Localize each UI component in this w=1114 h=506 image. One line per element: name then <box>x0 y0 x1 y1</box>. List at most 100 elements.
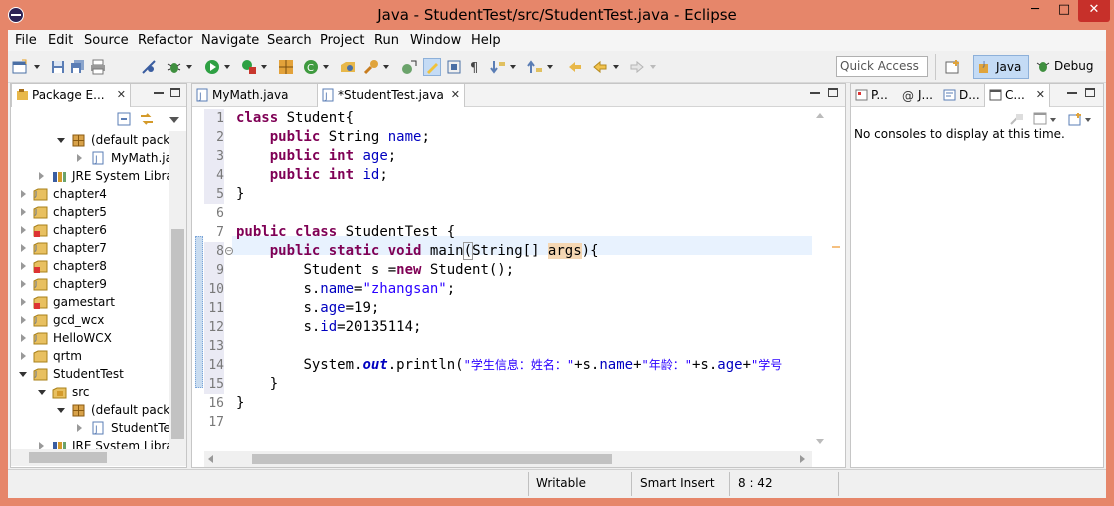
close-icon[interactable]: ✕ <box>117 84 126 106</box>
tab-problems[interactable]: P... <box>851 84 897 107</box>
new-dropdown-arrow[interactable] <box>34 65 40 69</box>
tree-item[interactable]: Jchapter7 <box>11 239 169 257</box>
maximize-button[interactable]: □ <box>1050 0 1078 22</box>
tree-item[interactable]: chapter8 <box>11 257 169 275</box>
scroll-left-arrow-icon[interactable] <box>208 455 213 463</box>
menu-window[interactable]: Window <box>410 33 461 48</box>
menu-help[interactable]: Help <box>471 33 501 48</box>
tab-console[interactable]: C... ✕ <box>984 84 1050 107</box>
maximize-view-icon[interactable] <box>1085 88 1095 97</box>
tree-item[interactable]: chapter6 <box>11 221 169 239</box>
next-annotation-dropdown-arrow[interactable] <box>510 65 516 69</box>
debug-bug-icon[interactable] <box>166 59 182 75</box>
search-icon[interactable] <box>363 59 379 75</box>
skip-breakpoints-icon[interactable] <box>141 59 157 75</box>
debug-dropdown-arrow[interactable] <box>186 65 192 69</box>
new-java-class-icon[interactable]: C <box>303 59 319 75</box>
tree-item[interactable]: Jchapter4 <box>11 185 169 203</box>
display-console-dropdown-arrow[interactable] <box>1050 118 1056 122</box>
open-type-icon[interactable] <box>340 59 356 75</box>
hscroll-thumb[interactable] <box>29 452 107 463</box>
forward-dropdown-arrow[interactable] <box>650 65 656 69</box>
maximize-view-icon[interactable] <box>828 88 838 97</box>
menu-refactor[interactable]: Refactor <box>138 33 193 48</box>
vscroll-thumb[interactable] <box>171 229 184 439</box>
tree-item[interactable]: Jgcd_wcx <box>11 311 169 329</box>
run-dropdown-arrow[interactable] <box>224 65 230 69</box>
tree-item[interactable]: J StudentTe <box>11 419 169 437</box>
tree-item[interactable]: (default pack <box>11 401 169 419</box>
toggle-mark-occurrences-icon[interactable] <box>401 59 417 75</box>
display-console-icon[interactable] <box>1033 112 1047 126</box>
link-with-editor-icon[interactable] <box>139 112 155 126</box>
new-java-project-icon[interactable] <box>278 59 294 75</box>
show-whitespace-icon[interactable]: ¶ <box>467 59 483 75</box>
menu-run[interactable]: Run <box>374 33 399 48</box>
minimize-button[interactable]: ─ <box>1021 0 1049 22</box>
close-button[interactable]: ✕ <box>1078 0 1110 22</box>
tree-item[interactable]: J StudentTest <box>11 365 169 383</box>
last-edit-location-icon[interactable] <box>567 59 583 75</box>
tree-item[interactable]: J HelloWCX <box>11 329 169 347</box>
block-selection-icon[interactable] <box>446 59 462 75</box>
open-perspective-icon[interactable] <box>945 59 961 75</box>
tree-item[interactable]: gamestart <box>11 293 169 311</box>
collapse-all-icon[interactable] <box>117 112 131 126</box>
new-wizard-icon[interactable] <box>12 59 28 75</box>
overview-ruler-marker[interactable] <box>832 246 840 248</box>
editor-hscroll[interactable] <box>204 451 812 467</box>
tab-declaration[interactable]: D... <box>939 84 983 107</box>
previous-annotation-dropdown-arrow[interactable] <box>547 65 553 69</box>
save-icon[interactable] <box>50 59 66 75</box>
menu-source[interactable]: Source <box>84 33 129 48</box>
tree-item[interactable]: JRE System Libra <box>11 437 169 449</box>
scroll-down-arrow-icon[interactable] <box>816 439 824 444</box>
scroll-right-arrow-icon[interactable] <box>800 455 805 463</box>
package-explorer-hscroll[interactable] <box>11 449 186 466</box>
minimize-view-icon[interactable] <box>154 92 164 94</box>
open-console-dropdown-arrow[interactable] <box>1085 118 1091 122</box>
highlight-occurrences-icon[interactable] <box>423 58 441 76</box>
java-perspective-button[interactable]: J Java <box>973 55 1029 79</box>
tree-item[interactable]: J MyMath.ja <box>11 149 169 167</box>
menu-edit[interactable]: Edit <box>48 33 73 48</box>
new-class-dropdown-arrow[interactable] <box>323 65 329 69</box>
tree-item[interactable]: qrtm <box>11 347 169 365</box>
tab-javadoc[interactable]: @ J... <box>898 84 938 107</box>
forward-arrow-icon[interactable] <box>629 59 645 75</box>
menu-search[interactable]: Search <box>267 33 312 48</box>
save-all-icon[interactable] <box>70 59 86 75</box>
hscroll-thumb[interactable] <box>252 454 612 464</box>
maximize-view-icon[interactable] <box>170 88 180 97</box>
previous-annotation-icon[interactable] <box>527 59 543 75</box>
tree-item[interactable]: JRE System Libra <box>11 167 169 185</box>
debug-perspective-button[interactable]: Debug <box>1032 55 1098 79</box>
minimize-view-icon[interactable] <box>1067 92 1077 94</box>
package-explorer-tabstrip: Package E... ✕ <box>11 84 186 107</box>
view-menu-icon[interactable] <box>169 117 179 123</box>
search-dropdown-arrow[interactable] <box>383 65 389 69</box>
editor-vscroll[interactable] <box>812 109 829 451</box>
external-tools-dropdown-arrow[interactable] <box>261 65 267 69</box>
back-arrow-icon[interactable] <box>592 59 608 75</box>
tree-item[interactable]: Jchapter9 <box>11 275 169 293</box>
close-icon[interactable]: ✕ <box>1036 84 1045 106</box>
tree-item[interactable]: (default pack <box>11 131 169 149</box>
menu-project[interactable]: Project <box>320 33 364 48</box>
back-dropdown-arrow[interactable] <box>613 65 619 69</box>
next-annotation-icon[interactable] <box>490 59 506 75</box>
package-explorer-vscroll[interactable] <box>169 131 186 449</box>
open-console-icon[interactable] <box>1068 112 1082 126</box>
menu-navigate[interactable]: Navigate <box>201 33 259 48</box>
quick-access-input[interactable]: Quick Access <box>836 56 928 77</box>
pin-console-icon[interactable] <box>1009 112 1025 126</box>
code-area[interactable]: class Student{ public String name; publi… <box>192 84 812 444</box>
tree-item[interactable]: src <box>11 383 169 401</box>
external-tools-icon[interactable] <box>241 59 257 75</box>
print-icon[interactable] <box>90 59 106 75</box>
menu-file[interactable]: File <box>15 33 37 48</box>
scroll-up-arrow-icon[interactable] <box>816 113 824 118</box>
run-icon[interactable] <box>204 59 220 75</box>
tab-package-explorer[interactable]: Package E... ✕ <box>11 84 131 107</box>
tree-item[interactable]: Jchapter5 <box>11 203 169 221</box>
